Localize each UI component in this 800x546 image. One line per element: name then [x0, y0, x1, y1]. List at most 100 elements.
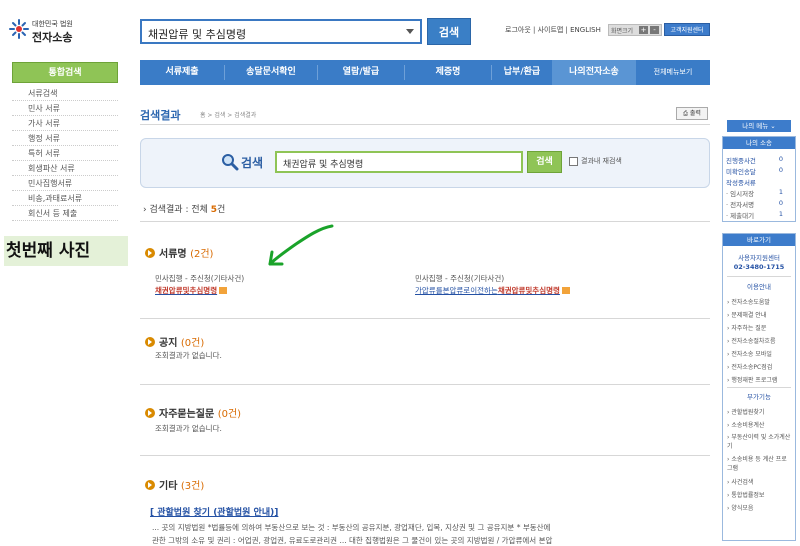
section-faq-heading: 자주묻는질문 (0건): [145, 405, 241, 420]
chevron-down-icon: [406, 29, 414, 34]
sidebar-item[interactable]: 비송,과태료서류: [12, 191, 118, 206]
shortcut-link[interactable]: › 자주하는 질문: [727, 323, 766, 332]
doc-link[interactable]: 채권압류및추심명령: [155, 285, 228, 296]
search-panel: 검색 채권압류 및 추심명령 검색 결과내 재검색: [140, 138, 710, 188]
shortcut-link[interactable]: › 양식모음: [727, 503, 753, 512]
shortcut-link[interactable]: › 통합법률정보: [727, 490, 764, 499]
my-litigation-title: 나의 소송: [723, 137, 795, 149]
search-label: 검색: [241, 156, 264, 170]
sidebar-item[interactable]: 민사 서류: [12, 101, 118, 116]
shortcut-link-label: 전자소송도움말: [731, 299, 770, 306]
summary-suffix: 건: [217, 205, 226, 215]
doc-meta: 민사집행 - 주신청(기타사건): [155, 274, 245, 283]
all-menu-button[interactable]: 전체메뉴보기: [636, 60, 710, 85]
section-name: 기타: [159, 481, 178, 492]
divider: [727, 387, 791, 388]
nav-item-active[interactable]: 나의전자소송: [552, 60, 636, 85]
nav-item[interactable]: 서류제출: [140, 60, 224, 85]
litigation-row-label[interactable]: 작성중서류: [726, 177, 756, 187]
print-label: 출력: [689, 110, 701, 117]
nav-item[interactable]: 제증명: [405, 60, 491, 85]
shortcut-link[interactable]: › 전자소송 모바일: [727, 349, 772, 358]
extra-features-heading: 부가기능: [747, 393, 771, 401]
section-name: 서류명: [159, 249, 187, 260]
section-notice-heading: 공지 (0건): [145, 334, 204, 349]
sidebar-item[interactable]: 회생파산 서류: [12, 161, 118, 176]
search-input-value: 채권압류 및 추심명령: [283, 160, 364, 170]
search-button[interactable]: 검색: [527, 151, 562, 173]
font-plus-button[interactable]: +: [639, 26, 648, 34]
support-phone: 02-3480-1715: [733, 263, 785, 271]
top-search-button[interactable]: 검색: [427, 18, 471, 45]
doc-link-highlight: 채권압류및추심명령: [497, 286, 560, 295]
doc-link[interactable]: 가압류를본압류로이전하는채권압류및추심명령: [415, 285, 570, 296]
nav-item[interactable]: 열람/발급: [318, 60, 404, 85]
section-count: (3건): [180, 481, 205, 492]
logo-subtitle: 대한민국 법원: [32, 20, 73, 28]
litigation-row-label[interactable]: · 임시저장: [726, 188, 754, 198]
shortcut-link[interactable]: › 소송비용 등 계산 프로그램: [727, 455, 791, 473]
nav-item[interactable]: 송달문서확인: [225, 60, 317, 85]
sidebar-list: 서류검색 민사 서류 가사 서류 행정 서류 특허 서류 회생파산 서류 민사집…: [12, 86, 118, 221]
litigation-row-count: 0: [778, 199, 783, 207]
divider: [140, 221, 710, 222]
divider: [140, 124, 710, 125]
my-menu-button[interactable]: 나의 메뉴 ⌄: [727, 120, 791, 132]
shortcut-link[interactable]: › 전자소송도움말: [727, 297, 770, 306]
shortcut-link[interactable]: › 문제해결 안내: [727, 310, 766, 319]
result-summary: › 검색결과 : 전체 5건: [143, 205, 226, 215]
sidebar-item[interactable]: 가사 서류: [12, 116, 118, 131]
top-search-select[interactable]: 채권압류 및 추심명령: [140, 19, 422, 44]
sidebar-item[interactable]: 민사집행서류: [12, 176, 118, 191]
shortcut-link-label: 양식모음: [731, 505, 754, 512]
print-button[interactable]: ⎙ 출력: [676, 107, 708, 120]
search-icon: [222, 154, 239, 171]
bullet-icon: [145, 337, 155, 347]
shortcut-link-label: 행정재판 프로그램: [731, 377, 778, 384]
litigation-row-label[interactable]: · 제출대기: [726, 210, 754, 220]
litigation-row-label[interactable]: · 전자서명: [726, 199, 754, 209]
empty-result-text: 조회결과가 없습니다.: [155, 424, 222, 433]
court-emblem-icon: [9, 19, 29, 39]
font-minus-button[interactable]: -: [650, 26, 659, 34]
shortcut-link[interactable]: › 행정재판 프로그램: [727, 375, 777, 384]
my-menu-label: 나의 메뉴: [742, 122, 769, 130]
shortcut-link-label: 전자소송절차흐름: [731, 338, 776, 345]
shortcut-link-label: 전자소송 모바일: [731, 351, 772, 358]
divider: [140, 318, 710, 319]
shortcut-link[interactable]: › 관할법원찾기: [727, 407, 764, 416]
shortcut-link-label: 부동산이력 및 소가계산기: [727, 434, 791, 450]
sidebar-item[interactable]: 행정 서류: [12, 131, 118, 146]
annotation-arrow-icon: [268, 224, 334, 266]
shortcut-link-label: 소송비용 등 계산 프로그램: [727, 456, 787, 472]
litigation-row-label[interactable]: 미확인송달: [726, 166, 756, 176]
shortcut-link[interactable]: › 부동산이력 및 소가계산기: [727, 433, 791, 451]
nav-item[interactable]: 납부/환급: [492, 60, 552, 85]
top-search-value: 채권압류 및 추심명령: [148, 28, 247, 41]
shortcut-link-label: 문제해결 안내: [731, 312, 767, 319]
section-name: 공지: [159, 338, 178, 349]
sidebar-item[interactable]: 특허 서류: [12, 146, 118, 161]
etc-result-link[interactable]: [ 관할법원 찾기 (관할법원 안내)]: [150, 505, 278, 518]
utility-links[interactable]: 로그아웃 | 사이트맵 | ENGLISH: [505, 25, 601, 35]
doc-link-highlight: 채권압류및추심명령: [155, 286, 218, 295]
shortcut-link[interactable]: › 소송비용계산: [727, 420, 764, 429]
litigation-row-label[interactable]: 진행중사건: [726, 155, 756, 165]
shortcut-link[interactable]: › 전자소송PC점검: [727, 362, 772, 371]
open-document-icon: [219, 287, 228, 294]
shortcut-link-label: 사건검색: [731, 479, 754, 486]
customer-center-button[interactable]: 고객지원센터: [664, 23, 710, 36]
section-count: (0건): [180, 338, 205, 349]
shortcut-link[interactable]: › 전자소송절차흐름: [727, 336, 775, 345]
sidebar-item[interactable]: 서류검색: [12, 86, 118, 101]
doc-link-text: 가압류를본압류로이전하는: [415, 286, 498, 295]
court-logo[interactable]: 대한민국 법원 전자소송: [8, 16, 98, 46]
sidebar-title: 통합검색: [12, 62, 118, 83]
litigation-row-count: 0: [778, 155, 783, 163]
search-input[interactable]: 채권압류 및 추심명령: [275, 151, 523, 173]
sidebar-item[interactable]: 회신서 등 제출: [12, 206, 118, 221]
litigation-row-count: 0: [778, 166, 783, 174]
main-nav: 서류제출 송달문서확인 열람/발급 제증명 납부/환급 나의전자소송 전체메뉴보…: [140, 60, 710, 85]
research-checkbox[interactable]: [569, 157, 578, 166]
shortcut-link[interactable]: › 사건검색: [727, 477, 753, 486]
